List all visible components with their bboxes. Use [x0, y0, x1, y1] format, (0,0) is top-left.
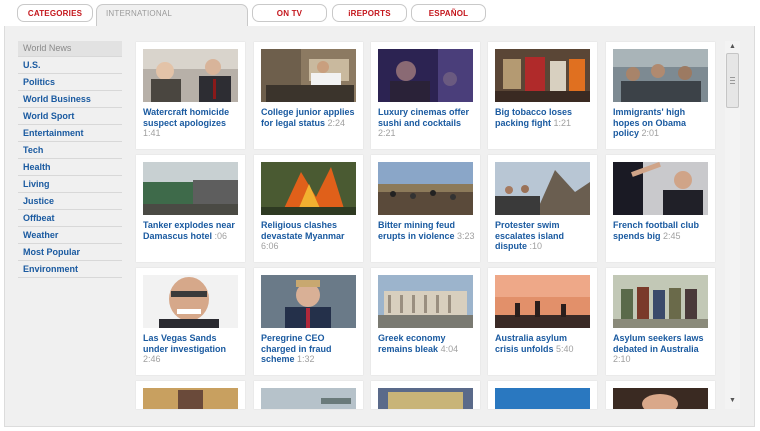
video-caption[interactable]: Peregrine CEO charged in fraud scheme 1:…	[261, 333, 359, 365]
video-duration: :10	[529, 241, 543, 251]
video-card[interactable]	[488, 381, 597, 409]
video-card[interactable]: Immigrants' high hopes on Obama policy 2…	[606, 42, 715, 149]
video-caption[interactable]: Religious clashes devastate Myanmar 6:06	[261, 220, 359, 252]
video-thumbnail[interactable]	[261, 388, 356, 409]
tab-espanol[interactable]: ESPAÑOL	[411, 4, 486, 22]
video-duration: 1:32	[297, 354, 315, 364]
video-duration: 2:46	[143, 354, 161, 364]
video-card[interactable]: Religious clashes devastate Myanmar 6:06	[254, 155, 363, 262]
video-caption[interactable]: Big tobacco loses packing fight 1:21	[495, 107, 593, 128]
video-caption[interactable]: Protester swim escalates island dispute …	[495, 220, 593, 252]
video-thumbnail[interactable]	[261, 275, 356, 328]
video-duration: 3:23	[457, 230, 475, 241]
video-duration: 5:40	[556, 343, 574, 354]
video-card[interactable]	[606, 381, 715, 409]
tab-on-tv[interactable]: ON TV	[252, 4, 327, 22]
grip-line	[730, 83, 735, 84]
video-caption[interactable]: Las Vegas Sands under investigation 2:46	[143, 333, 241, 365]
video-caption[interactable]: Bitter mining feud erupts in violence 3:…	[378, 220, 476, 241]
video-duration: 2:21	[378, 128, 396, 138]
video-duration: 2:24	[327, 117, 346, 128]
video-thumbnail[interactable]	[613, 388, 708, 409]
video-thumbnail[interactable]	[261, 49, 356, 102]
video-duration: 1:21	[553, 117, 572, 128]
video-thumbnail[interactable]	[613, 49, 708, 102]
video-thumbnail[interactable]	[143, 49, 238, 102]
video-thumbnail[interactable]	[378, 388, 473, 409]
video-card[interactable]: French football club spends big 2:45	[606, 155, 715, 262]
video-duration: 2:45	[663, 230, 681, 241]
video-card[interactable]: Tanker explodes near Damascus hotel :06	[136, 155, 245, 262]
video-card[interactable]: Peregrine CEO charged in fraud scheme 1:…	[254, 268, 363, 375]
video-duration: 4:04	[440, 343, 459, 354]
video-thumbnail[interactable]	[613, 162, 708, 215]
video-caption[interactable]: Luxury cinemas offer sushi and cocktails…	[378, 107, 476, 139]
video-thumbnail[interactable]	[378, 49, 473, 102]
sidebar-item-world-business[interactable]: World Business	[18, 92, 122, 108]
category-sidebar: World News U.S. Politics World Business …	[18, 41, 122, 279]
video-caption[interactable]: Watercraft homicide suspect apologizes 1…	[143, 107, 241, 139]
video-card[interactable]: Greek economy remains bleak 4:04	[371, 268, 480, 375]
video-thumbnail[interactable]	[495, 388, 590, 409]
sidebar-item-politics[interactable]: Politics	[18, 75, 122, 91]
video-card[interactable]: College junior applies for legal status …	[254, 42, 363, 149]
video-card[interactable]: Las Vegas Sands under investigation 2:46	[136, 268, 245, 375]
video-duration: 6:06	[261, 241, 279, 251]
video-caption[interactable]: Australia asylum crisis unfolds 5:40	[495, 333, 593, 354]
tab-ireports[interactable]: iREPORTS	[332, 4, 407, 22]
video-thumbnail[interactable]	[495, 49, 590, 102]
video-card[interactable]: Protester swim escalates island dispute …	[488, 155, 597, 262]
tab-categories[interactable]: CATEGORIES	[17, 4, 93, 22]
sidebar-item-world-sport[interactable]: World Sport	[18, 109, 122, 125]
video-thumbnail[interactable]	[143, 162, 238, 215]
video-caption[interactable]: Tanker explodes near Damascus hotel :06	[143, 220, 241, 241]
sidebar-item-health[interactable]: Health	[18, 160, 122, 176]
video-thumbnail[interactable]	[143, 388, 238, 409]
video-duration: 1:41	[143, 128, 161, 138]
sidebar-item-offbeat[interactable]: Offbeat	[18, 211, 122, 227]
sidebar-item-tech[interactable]: Tech	[18, 143, 122, 159]
video-duration: 2:01	[641, 128, 660, 138]
video-thumbnail[interactable]	[613, 275, 708, 328]
scrollbar-thumb[interactable]	[726, 53, 739, 108]
video-caption[interactable]: Immigrants' high hopes on Obama policy 2…	[613, 107, 711, 139]
video-thumbnail[interactable]	[495, 275, 590, 328]
video-thumbnail[interactable]	[378, 162, 473, 215]
video-card[interactable]: Australia asylum crisis unfolds 5:40	[488, 268, 597, 375]
video-duration: 2:10	[613, 354, 631, 364]
video-card[interactable]: Asylum seekers laws debated in Australia…	[606, 268, 715, 375]
sidebar-item-weather[interactable]: Weather	[18, 228, 122, 244]
sidebar-item-entertainment[interactable]: Entertainment	[18, 126, 122, 142]
video-card[interactable]: Watercraft homicide suspect apologizes 1…	[136, 42, 245, 149]
sidebar-item-us[interactable]: U.S.	[18, 58, 122, 74]
grip-line	[730, 80, 735, 81]
video-card[interactable]: Luxury cinemas offer sushi and cocktails…	[371, 42, 480, 149]
grip-line	[730, 77, 735, 78]
video-caption[interactable]: French football club spends big 2:45	[613, 220, 711, 241]
scroll-up-arrow-icon[interactable]: ▲	[729, 43, 736, 50]
video-card[interactable]: Big tobacco loses packing fight 1:21	[488, 42, 597, 149]
video-duration: :06	[214, 230, 228, 241]
sidebar-item-most-popular[interactable]: Most Popular	[18, 245, 122, 261]
sidebar-item-world-news[interactable]: World News	[18, 41, 122, 57]
sidebar-item-environment[interactable]: Environment	[18, 262, 122, 278]
video-caption[interactable]: Asylum seekers laws debated in Australia…	[613, 333, 711, 365]
video-card[interactable]	[254, 381, 363, 409]
video-thumbnail[interactable]	[378, 275, 473, 328]
video-thumbnail[interactable]	[261, 162, 356, 215]
video-caption[interactable]: Greek economy remains bleak 4:04	[378, 333, 476, 354]
video-card[interactable]: Bitter mining feud erupts in violence 3:…	[371, 155, 480, 262]
video-thumbnail[interactable]	[143, 275, 238, 328]
sidebar-item-living[interactable]: Living	[18, 177, 122, 193]
video-card[interactable]	[136, 381, 245, 409]
sidebar-item-justice[interactable]: Justice	[18, 194, 122, 210]
video-caption[interactable]: College junior applies for legal status …	[261, 107, 359, 128]
video-thumbnail[interactable]	[495, 162, 590, 215]
scroll-down-arrow-icon[interactable]: ▼	[729, 397, 736, 404]
video-card[interactable]	[371, 381, 480, 409]
